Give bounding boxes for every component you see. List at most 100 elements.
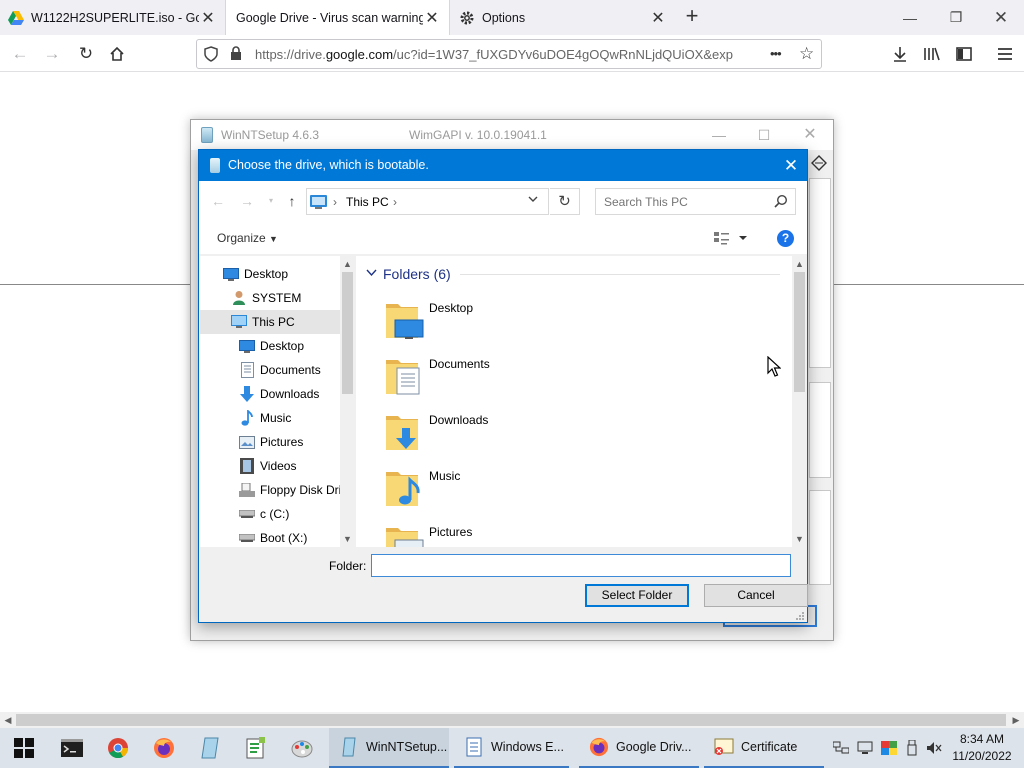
refresh-icon[interactable]: ↻ bbox=[550, 188, 580, 215]
forward-icon[interactable]: → bbox=[38, 41, 66, 67]
hamburger-menu-icon[interactable] bbox=[991, 41, 1019, 67]
nav-item-desktop-sub[interactable]: Desktop bbox=[200, 334, 340, 358]
chrome-icon[interactable] bbox=[95, 728, 141, 768]
tab-iso-download[interactable]: W1122H2SUPERLITE.iso - Goog ✕ bbox=[0, 0, 225, 35]
up-icon[interactable]: ↑ bbox=[282, 191, 302, 211]
sidebar-icon[interactable] bbox=[950, 41, 978, 67]
nav-item-system-user[interactable]: SYSTEM bbox=[200, 286, 340, 310]
color-palette-icon[interactable] bbox=[878, 728, 900, 768]
url-bar[interactable]: https://drive.google.com/uc?id=1W37_fUXG… bbox=[196, 39, 822, 69]
dialog-titlebar[interactable]: Choose the drive, which is bootable. ✕ bbox=[199, 150, 807, 181]
taskbar-app-google-drive[interactable]: Google Driv... bbox=[579, 728, 699, 768]
scroll-up-icon[interactable]: ▲ bbox=[792, 257, 807, 271]
address-dropdown-icon[interactable] bbox=[527, 193, 539, 208]
change-view-icon[interactable] bbox=[714, 230, 750, 248]
scrollbar-thumb[interactable] bbox=[16, 714, 1006, 726]
scroll-down-icon[interactable]: ▼ bbox=[792, 532, 807, 546]
devices-icon[interactable] bbox=[854, 728, 876, 768]
taskbar-app-winntsetup[interactable]: WinNTSetup... bbox=[329, 728, 449, 768]
scroll-down-icon[interactable]: ▼ bbox=[340, 532, 355, 546]
back-icon[interactable]: ← bbox=[208, 191, 228, 211]
folder-item-desktop[interactable]: Desktop bbox=[384, 298, 684, 348]
folder-item-pictures[interactable]: Pictures bbox=[384, 522, 684, 547]
close-tab-icon[interactable]: ✕ bbox=[423, 8, 441, 28]
breadcrumb-this-pc[interactable]: This PC bbox=[346, 195, 389, 209]
maximize-icon[interactable]: ☐ bbox=[744, 124, 784, 146]
folder-item-music[interactable]: Music bbox=[384, 466, 684, 516]
system-clock[interactable]: 8:34 AM 11/20/2022 bbox=[944, 731, 1020, 765]
page-actions-menu-icon[interactable]: ••• bbox=[770, 46, 782, 61]
scrollbar-thumb[interactable] bbox=[794, 272, 805, 392]
close-tab-icon[interactable]: ✕ bbox=[199, 8, 217, 28]
home-icon[interactable] bbox=[103, 41, 131, 67]
volume-muted-icon[interactable] bbox=[924, 728, 944, 768]
folder-item-downloads[interactable]: Downloads bbox=[384, 410, 684, 460]
resize-grip-icon[interactable] bbox=[795, 610, 805, 620]
tab-options[interactable]: Options ✕ bbox=[451, 0, 675, 35]
folder-item-documents[interactable]: Documents bbox=[384, 354, 684, 404]
nav-item-pictures[interactable]: Pictures bbox=[200, 430, 340, 454]
tab-virus-scan-warning[interactable]: Google Drive - Virus scan warning ✕ bbox=[225, 0, 450, 35]
network-icon[interactable] bbox=[830, 728, 852, 768]
nav-item-documents[interactable]: Documents bbox=[200, 358, 340, 382]
select-folder-button[interactable]: Select Folder bbox=[585, 584, 689, 607]
scroll-up-icon[interactable]: ▲ bbox=[340, 257, 355, 271]
shield-icon[interactable] bbox=[204, 46, 218, 65]
folders-group-header[interactable]: Folders (6) bbox=[366, 266, 451, 282]
notepad-plus-icon[interactable] bbox=[233, 728, 279, 768]
minimize-icon[interactable]: — bbox=[699, 124, 739, 146]
taskbar-app-certificate[interactable]: Certificate bbox=[704, 728, 824, 768]
nav-item-music[interactable]: Music bbox=[200, 406, 340, 430]
navigation-scrollbar[interactable]: ▲ ▼ bbox=[340, 256, 355, 547]
minimize-icon[interactable]: — bbox=[887, 0, 933, 35]
new-tab-button[interactable]: + bbox=[680, 4, 704, 30]
winntsetup-titlebar[interactable]: WinNTSetup 4.6.3 WimGAPI v. 10.0.19041.1… bbox=[191, 120, 833, 150]
reload-icon[interactable]: ↻ bbox=[72, 41, 100, 67]
page-horizontal-scrollbar[interactable]: ◀ ▶ bbox=[0, 712, 1024, 728]
folder-field[interactable] bbox=[371, 554, 791, 577]
help-icon[interactable]: ? bbox=[777, 230, 794, 247]
library-icon[interactable] bbox=[918, 41, 946, 67]
nav-item-c-drive[interactable]: c (C:) bbox=[200, 502, 340, 526]
firefox-icon[interactable] bbox=[141, 728, 187, 768]
search-icon[interactable] bbox=[774, 194, 788, 208]
lock-icon[interactable] bbox=[230, 46, 242, 64]
command-prompt-icon[interactable] bbox=[49, 728, 95, 768]
content-scrollbar[interactable]: ▲ ▼ bbox=[792, 256, 807, 547]
restore-icon[interactable]: ❐ bbox=[933, 0, 979, 35]
content-pane[interactable]: Folders (6) Desktop Documents Downloads bbox=[356, 256, 792, 547]
search-input[interactable] bbox=[596, 189, 766, 214]
taskbar-app-windows-explorer[interactable]: Windows E... bbox=[454, 728, 569, 768]
nav-item-boot-drive[interactable]: Boot (X:) bbox=[200, 526, 340, 547]
navigation-pane[interactable]: Desktop SYSTEM This PC Desktop Documents… bbox=[200, 256, 341, 547]
nav-item-this-pc[interactable]: This PC bbox=[200, 310, 340, 334]
winntsetup-pinned-icon[interactable] bbox=[187, 728, 233, 768]
drive-icon[interactable] bbox=[811, 155, 827, 174]
close-dialog-icon[interactable]: ✕ bbox=[775, 150, 807, 181]
nav-item-desktop[interactable]: Desktop bbox=[200, 262, 340, 286]
paint-icon[interactable] bbox=[279, 728, 325, 768]
scrollbar-thumb[interactable] bbox=[342, 272, 353, 394]
choose-folder-dialog[interactable]: Choose the drive, which is bootable. ✕ ←… bbox=[198, 149, 808, 623]
organize-menu[interactable]: Organize ▼ bbox=[217, 231, 278, 245]
usb-icon[interactable] bbox=[902, 728, 922, 768]
start-button[interactable] bbox=[0, 728, 48, 768]
scroll-left-icon[interactable]: ◀ bbox=[1, 714, 15, 726]
nav-item-floppy-disk-drive[interactable]: Floppy Disk Dri bbox=[200, 478, 341, 502]
recent-locations-icon[interactable]: ▾ bbox=[261, 191, 281, 211]
back-icon[interactable]: ← bbox=[6, 41, 34, 67]
cancel-button[interactable]: Cancel bbox=[704, 584, 808, 607]
url-text[interactable]: https://drive.google.com/uc?id=1W37_fUXG… bbox=[255, 47, 775, 62]
bookmark-star-icon[interactable]: ☆ bbox=[799, 44, 814, 64]
downloads-icon[interactable] bbox=[886, 41, 914, 67]
close-tab-icon[interactable]: ✕ bbox=[649, 8, 667, 28]
address-bar[interactable]: › This PC › bbox=[306, 188, 549, 215]
close-window-icon[interactable]: ✕ bbox=[790, 124, 830, 146]
search-box[interactable] bbox=[595, 188, 796, 215]
nav-item-videos[interactable]: Videos bbox=[200, 454, 340, 478]
nav-item-downloads[interactable]: Downloads bbox=[200, 382, 340, 406]
scroll-right-icon[interactable]: ▶ bbox=[1009, 714, 1023, 726]
close-window-icon[interactable]: ✕ bbox=[978, 0, 1024, 35]
forward-icon[interactable]: → bbox=[237, 191, 257, 211]
breadcrumb-separator[interactable]: › bbox=[393, 195, 397, 209]
